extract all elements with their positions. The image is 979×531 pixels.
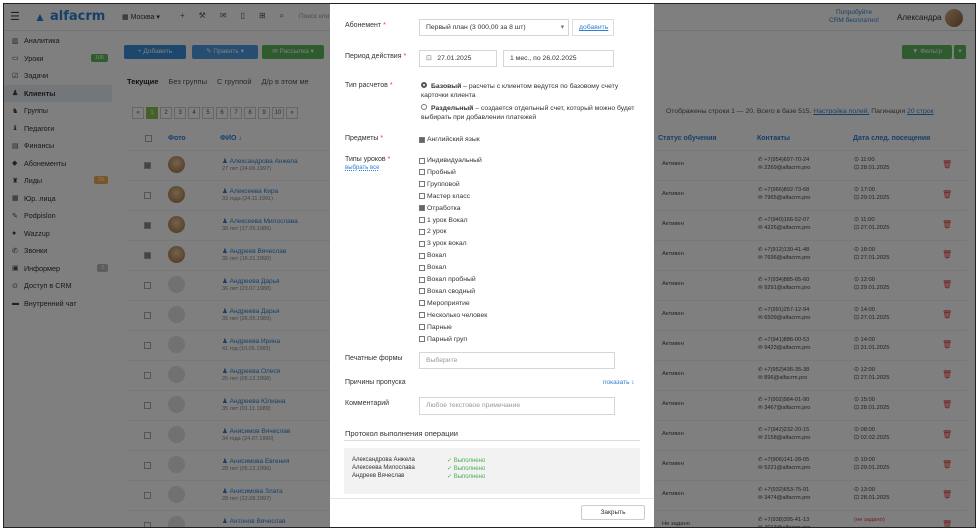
checkbox-icon: [419, 324, 425, 331]
lesson-types-label: Типы уроков *: [345, 156, 391, 163]
checkbox-icon: [419, 312, 425, 319]
comment-label: Комментарий: [345, 400, 390, 407]
checkbox-icon: [419, 181, 425, 188]
select-all-link[interactable]: выбрать все: [345, 165, 379, 171]
lesson-type-checkbox[interactable]: Пробный: [419, 169, 456, 176]
lesson-type-checkbox[interactable]: Вокал сводный: [419, 288, 475, 295]
radio-empty-icon: [421, 104, 427, 110]
subscription-label: Абонемент *: [345, 22, 386, 29]
period-from-input[interactable]: ⊡ 27.01.2025: [419, 50, 497, 67]
protocol-status: ✓ Выполнено: [447, 474, 486, 480]
subscription-modal: Абонемент * Первый план (3 000,00 за 8 ш…: [330, 4, 654, 527]
comment-textarea[interactable]: Любое текстовое примечание: [419, 397, 615, 415]
lesson-type-checkbox[interactable]: Мероприятие: [419, 300, 470, 307]
period-label: Период действия *: [345, 53, 407, 60]
lesson-type-checkbox[interactable]: 3 урок вокал: [419, 240, 467, 247]
lesson-type-checkbox[interactable]: Вокал пробный: [419, 276, 476, 283]
radio-selected-icon: [421, 82, 427, 88]
add-subscription-link[interactable]: добавить: [572, 19, 614, 36]
lesson-type-checkbox[interactable]: Групповой: [419, 181, 460, 188]
skip-reasons-label: Причины пропуска: [345, 379, 406, 386]
calc-base-radio[interactable]: Базовый – расчеты с клиентом ведутся по …: [421, 82, 641, 100]
checkbox-icon: [419, 276, 425, 283]
checkbox-icon: [419, 336, 425, 342]
close-button[interactable]: Закрыть: [581, 505, 645, 520]
show-skip-reasons-link[interactable]: показать ↕: [603, 379, 635, 386]
checkbox-icon: [419, 169, 425, 176]
checkbox-icon: [419, 288, 425, 295]
lesson-type-checkbox[interactable]: 2 урок: [419, 228, 447, 235]
app-frame: ☰ ▲ alfacrm ▦ Москва ▾ + ⚒ ✉ ▯ ⊞ ⌕ Поиск…: [3, 3, 976, 528]
checkbox-icon: [419, 252, 425, 259]
lesson-type-checkbox[interactable]: Несколько человек: [419, 312, 487, 319]
checkbox-icon: [419, 228, 425, 235]
checkbox-icon: [419, 205, 425, 212]
checkbox-icon: [419, 300, 425, 307]
print-forms-select[interactable]: Выберите: [419, 352, 615, 369]
lesson-type-checkbox[interactable]: Парные: [419, 324, 452, 331]
checkbox-icon: [419, 264, 425, 271]
protocol-status: ✓ Выполнено: [447, 458, 486, 464]
subscription-select[interactable]: Первый план (3 000,00 за 8 шт) ▾: [419, 19, 569, 36]
lesson-type-checkbox[interactable]: Парный груп: [419, 336, 467, 343]
subject-checkbox[interactable]: Английский язык: [419, 136, 480, 143]
calc-separate-radio[interactable]: Раздельный – создается отдельный счет, к…: [421, 104, 641, 122]
protocol-box: Александрова Анжела ✓ Выполнено Алексеева …: [344, 448, 640, 494]
checkbox-icon: [419, 217, 425, 223]
calc-type-label: Тип расчетов *: [345, 82, 393, 89]
subjects-label: Предметы *: [345, 135, 384, 142]
protocol-title: Протокол выполнения операции: [345, 429, 458, 438]
protocol-name: Александрова Анжела: [352, 457, 415, 463]
checkbox-icon: [419, 157, 425, 164]
protocol-name: Андреев Вячеслав: [352, 473, 405, 479]
lesson-type-checkbox[interactable]: Вокал: [419, 264, 446, 271]
lesson-type-checkbox[interactable]: Вокал: [419, 252, 446, 259]
period-to-select[interactable]: 1 мес., по 26.02.2025: [503, 50, 614, 67]
lesson-type-checkbox[interactable]: 1 урок Вокал: [419, 217, 468, 224]
lesson-type-checkbox[interactable]: Отработка: [419, 205, 461, 212]
lesson-type-checkbox[interactable]: Мастер класс: [419, 193, 470, 200]
lesson-type-checkbox[interactable]: Индивидуальный: [419, 157, 482, 164]
checkbox-icon: [419, 240, 425, 247]
checkbox-icon: [419, 193, 425, 200]
protocol-name: Алексеева Милослава: [352, 465, 415, 471]
print-forms-label: Печатные формы: [345, 355, 403, 362]
protocol-status: ✓ Выполнено: [447, 466, 486, 472]
